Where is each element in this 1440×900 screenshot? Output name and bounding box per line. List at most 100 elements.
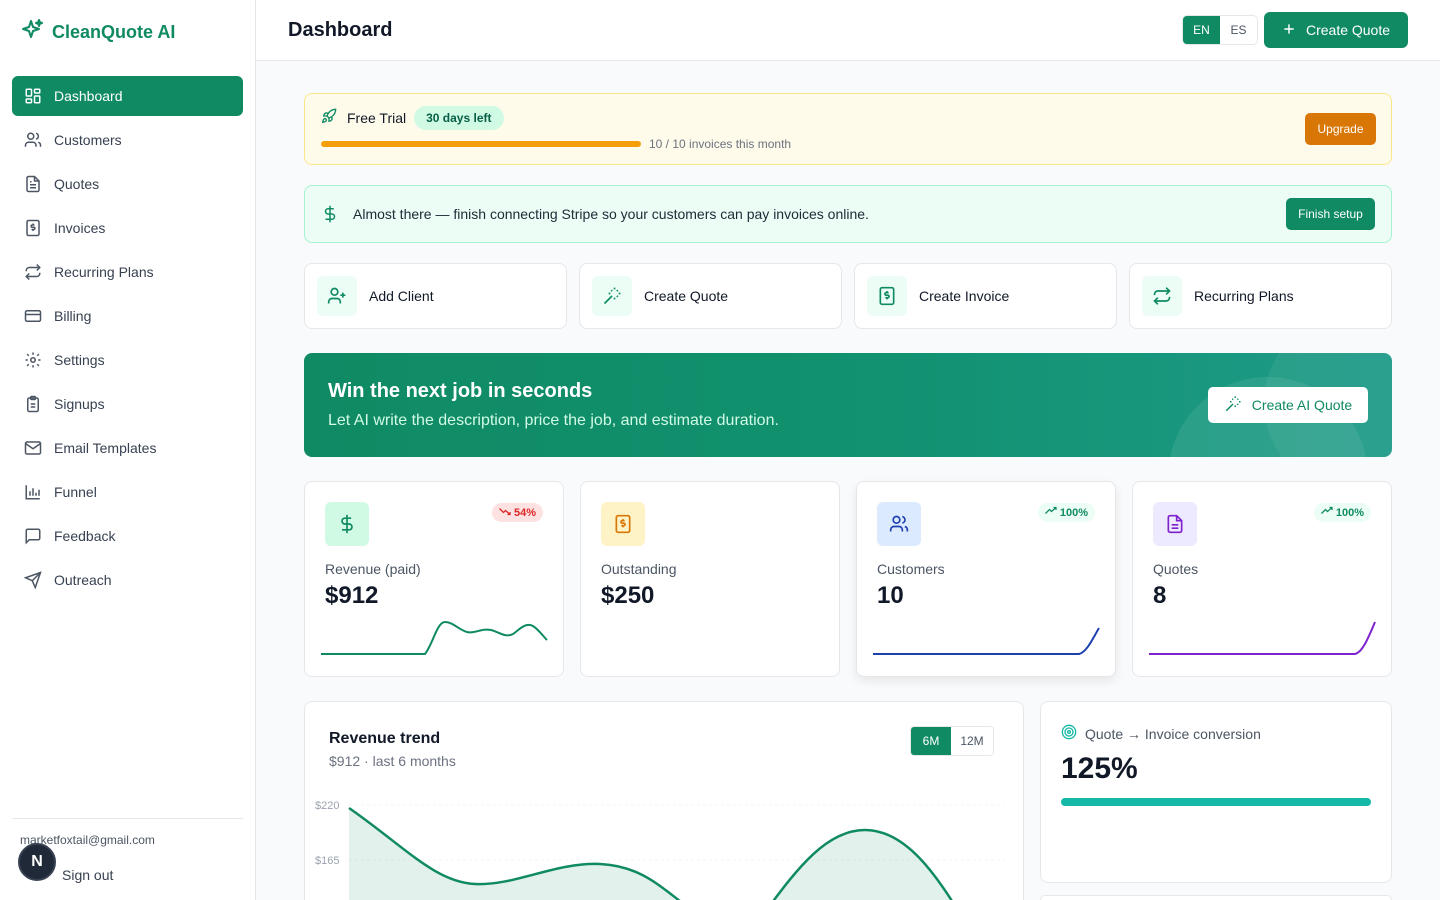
kpi-label: Outstanding xyxy=(601,561,677,577)
range-toggle: 6M 12M xyxy=(910,726,994,756)
sidebar-item-customers[interactable]: Customers xyxy=(12,120,243,160)
brand[interactable]: CleanQuote AI xyxy=(20,18,175,47)
revenue-trend-subtitle: $912 · last 6 months xyxy=(329,753,456,769)
trending-down-icon xyxy=(499,506,511,519)
conversion-label: Quote → Invoice conversion xyxy=(1085,725,1261,742)
sidebar-item-billing[interactable]: Billing xyxy=(12,296,243,336)
sidebar-item-label: Customers xyxy=(54,132,122,148)
kpi-label: Customers xyxy=(877,561,945,577)
mail-icon xyxy=(24,439,42,457)
trial-usage-text: 10 / 10 invoices this month xyxy=(649,137,792,151)
invoice-icon xyxy=(867,276,907,316)
sidebar-item-signups[interactable]: Signups xyxy=(12,384,243,424)
stripe-banner-text: Almost there — finish connecting Stripe … xyxy=(353,206,869,222)
repeat-icon xyxy=(24,263,42,281)
conversion-bar-fill xyxy=(1061,798,1371,806)
sidebar: CleanQuote AI Dashboard Customers Quotes… xyxy=(0,0,256,900)
kpi-value: $250 xyxy=(601,582,655,609)
quick-action-label: Create Quote xyxy=(644,288,729,304)
dashboard-icon xyxy=(24,87,42,105)
sidebar-item-funnel[interactable]: Funnel xyxy=(12,472,243,512)
revenue-trend-chart: $220 $165 xyxy=(315,800,1005,900)
quick-action-label: Create Invoice xyxy=(919,288,1010,304)
trial-usage-bar xyxy=(321,141,641,147)
create-ai-quote-button[interactable]: Create AI Quote xyxy=(1208,387,1368,423)
upgrade-button[interactable]: Upgrade xyxy=(1305,113,1376,145)
sidebar-item-recurring-plans[interactable]: Recurring Plans xyxy=(12,252,243,292)
sidebar-item-label: Feedback xyxy=(54,528,116,544)
kpi-card-customers[interactable]: 100% Customers 10 xyxy=(856,481,1116,677)
send-icon xyxy=(24,571,42,589)
sidebar-item-label: Dashboard xyxy=(54,88,123,104)
repeat-icon xyxy=(1142,276,1182,316)
quick-action-recurring-plans[interactable]: Recurring Plans xyxy=(1129,263,1392,329)
y-tick-label: $220 xyxy=(315,800,339,812)
sidebar-item-label: Invoices xyxy=(54,220,106,236)
range-6m-button[interactable]: 6M xyxy=(911,727,951,755)
file-text-icon xyxy=(1153,502,1197,546)
sidebar-item-label: Settings xyxy=(54,352,105,368)
sidebar-item-label: Outreach xyxy=(54,572,112,588)
page-title: Dashboard xyxy=(288,19,393,41)
gear-icon xyxy=(24,351,42,369)
hero-subtitle: Let AI write the description, price the … xyxy=(328,412,779,429)
sign-out-button[interactable]: Sign out xyxy=(62,867,113,883)
avatar[interactable]: N xyxy=(18,843,56,881)
dollar-icon xyxy=(325,502,369,546)
dollar-icon xyxy=(321,204,339,229)
hero-title: Win the next job in seconds xyxy=(328,380,593,402)
trending-up-icon xyxy=(1044,506,1057,519)
sidebar-item-quotes[interactable]: Quotes xyxy=(12,164,243,204)
quick-action-label: Add Client xyxy=(369,288,434,304)
trial-usage-fill xyxy=(321,141,641,147)
conversion-bar xyxy=(1061,798,1371,806)
trend-badge-up: 100% xyxy=(1037,503,1095,522)
quotes-sparkline xyxy=(1149,621,1376,655)
quick-action-create-quote[interactable]: Create Quote xyxy=(579,263,842,329)
revenue-sparkline xyxy=(321,620,548,655)
finish-setup-button[interactable]: Finish setup xyxy=(1286,198,1375,230)
sidebar-item-label: Email Templates xyxy=(54,440,157,456)
kpi-card-revenue[interactable]: 54% Revenue (paid) $912 xyxy=(304,481,564,677)
quick-action-create-invoice[interactable]: Create Invoice xyxy=(854,263,1117,329)
kpi-value: 10 xyxy=(877,582,904,609)
sidebar-nav: Dashboard Customers Quotes Invoices Recu… xyxy=(12,76,243,604)
revenue-trend-title: Revenue trend xyxy=(329,730,441,747)
language-en-button[interactable]: EN xyxy=(1183,16,1220,44)
sidebar-item-outreach[interactable]: Outreach xyxy=(12,560,243,600)
create-quote-button[interactable]: Create Quote xyxy=(1264,12,1408,48)
conversion-value: 125% xyxy=(1061,752,1138,785)
conversion-card: Quote → Invoice conversion 125% xyxy=(1040,701,1392,883)
trial-banner: Free Trial 30 days left 10 / 10 invoices… xyxy=(304,93,1392,165)
revenue-area xyxy=(349,808,952,900)
credit-card-icon xyxy=(24,307,42,325)
create-quote-label: Create Quote xyxy=(1305,22,1391,38)
target-icon xyxy=(1061,724,1077,743)
kpi-label: Quotes xyxy=(1153,561,1199,577)
create-ai-quote-label: Create AI Quote xyxy=(1251,397,1353,413)
plus-icon xyxy=(1282,22,1296,39)
kpi-value: $912 xyxy=(325,582,379,609)
kpi-card-outstanding[interactable]: Outstanding $250 xyxy=(580,481,840,677)
ai-quote-hero: Win the next job in seconds Let AI write… xyxy=(304,353,1392,457)
quick-action-add-client[interactable]: Add Client xyxy=(304,263,567,329)
sidebar-item-dashboard[interactable]: Dashboard xyxy=(12,76,243,116)
sidebar-item-label: Signups xyxy=(54,396,105,412)
users-icon xyxy=(24,131,42,149)
language-es-button[interactable]: ES xyxy=(1220,16,1257,44)
users-icon xyxy=(877,502,921,546)
rocket-icon xyxy=(321,108,337,129)
range-12m-button[interactable]: 12M xyxy=(951,727,993,755)
sidebar-item-invoices[interactable]: Invoices xyxy=(12,208,243,248)
trial-days-badge: 30 days left xyxy=(414,106,504,130)
sidebar-item-email-templates[interactable]: Email Templates xyxy=(12,428,243,468)
next-card xyxy=(1040,895,1392,900)
sidebar-item-label: Funnel xyxy=(54,484,97,500)
file-text-icon xyxy=(24,175,42,193)
trend-badge-value: 100% xyxy=(1059,506,1088,519)
kpi-card-quotes[interactable]: 100% Quotes 8 xyxy=(1132,481,1392,677)
bar-chart-icon xyxy=(24,483,42,501)
kpi-label: Revenue (paid) xyxy=(325,561,421,577)
sidebar-item-settings[interactable]: Settings xyxy=(12,340,243,380)
sidebar-item-feedback[interactable]: Feedback xyxy=(12,516,243,556)
